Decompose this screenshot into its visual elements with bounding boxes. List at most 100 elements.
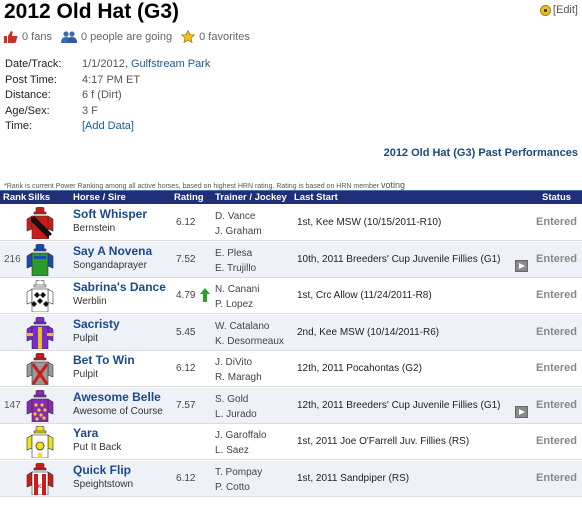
sire-name: Pulpit bbox=[73, 332, 99, 344]
silk-icon: KS bbox=[25, 462, 55, 495]
detail-value: 3 F bbox=[82, 104, 98, 117]
status-badge: Entered bbox=[536, 471, 577, 484]
header-trainer[interactable]: Trainer / Jockey bbox=[215, 192, 287, 203]
track-link[interactable]: Gulfstream Park bbox=[131, 57, 210, 73]
edit-link[interactable]: [Edit] bbox=[553, 4, 578, 16]
jockey-name[interactable]: L. Saez bbox=[215, 445, 249, 456]
rating-value: 6.12 bbox=[176, 363, 196, 374]
detail-value: 4:17 PM ET bbox=[82, 73, 141, 86]
fans-item[interactable]: 0 fans bbox=[4, 30, 52, 43]
header-status[interactable]: Status bbox=[542, 192, 571, 203]
svg-text:KS: KS bbox=[38, 484, 46, 490]
trainer-name[interactable]: D. Vance bbox=[215, 211, 255, 222]
jockey-name[interactable]: E. Trujillo bbox=[215, 263, 256, 274]
trainer-jockey: W. Catalano K. Desormeaux bbox=[215, 319, 284, 349]
detail-row-age-sex: Age/Sex: 3 F bbox=[5, 104, 210, 120]
status-badge: Entered bbox=[536, 362, 577, 374]
detail-row-date: Date/Track: 1/1/2012, Gulfstream Park bbox=[5, 57, 210, 73]
horse-link[interactable]: Awesome Belle bbox=[73, 390, 161, 404]
horse-link[interactable]: Sacristy bbox=[73, 317, 120, 331]
header-last-start[interactable]: Last Start bbox=[294, 192, 338, 203]
trainer-jockey: J. DiVito R. Maragh bbox=[215, 355, 262, 385]
row-rank: 147 bbox=[4, 399, 21, 411]
status-badge: Entered bbox=[536, 289, 577, 301]
horse-link[interactable]: Sabrina's Dance bbox=[73, 280, 166, 294]
silk-icon bbox=[25, 425, 55, 459]
social-bar: 0 fans 0 people are going 0 favorites bbox=[4, 30, 259, 43]
add-data-link[interactable]: [Add Data] bbox=[82, 119, 134, 135]
status-badge: Entered bbox=[536, 435, 577, 447]
table-row[interactable]: Sabrina's Dance Werblin 4.79 N. Canani P. Lo… bbox=[0, 278, 582, 314]
jockey-name[interactable]: P. Cotto bbox=[215, 482, 250, 493]
horse-link[interactable]: Yara bbox=[73, 426, 98, 440]
jockey-name[interactable]: L. Jurado bbox=[215, 409, 257, 420]
header-rank[interactable]: Rank bbox=[3, 192, 26, 203]
trainer-name[interactable]: N. Canani bbox=[215, 284, 259, 295]
video-icon[interactable] bbox=[515, 259, 528, 272]
jockey-name[interactable]: J. Graham bbox=[215, 226, 262, 237]
trainer-name[interactable]: J. DiVito bbox=[215, 357, 252, 368]
past-performances-title[interactable]: 2012 Old Hat (G3) Past Performances bbox=[384, 147, 578, 159]
rating-value: 4.79 bbox=[176, 290, 196, 301]
last-start[interactable]: 1st, 2011 Sandpiper (RS) bbox=[297, 473, 409, 484]
table-row[interactable]: Soft Whisper Bernstein 6.12 D. Vance J. Grah… bbox=[0, 205, 582, 241]
header-horse[interactable]: Horse / Sire bbox=[73, 192, 126, 203]
detail-label: Post Time: bbox=[5, 73, 57, 86]
horse-link[interactable]: Say A Novena bbox=[73, 244, 152, 258]
table-row[interactable]: Bet To Win Pulpit 6.12 J. DiVito R. Maragh 12… bbox=[0, 351, 582, 387]
rating-value: 7.52 bbox=[176, 253, 196, 265]
trainer-name[interactable]: E. Plesa bbox=[215, 248, 252, 259]
favorites-item[interactable]: 0 favorites bbox=[181, 30, 250, 43]
sire-name: Songandaprayer bbox=[73, 259, 147, 271]
sire-name: Werblin bbox=[73, 296, 107, 307]
trainer-name[interactable]: J. Garoffalo bbox=[215, 430, 267, 441]
trainer-jockey: E. Plesa E. Trujillo bbox=[215, 246, 256, 276]
detail-row-distance: Distance: 6 f (Dirt) bbox=[5, 88, 210, 104]
detail-label: Time: bbox=[5, 120, 33, 132]
rating-value: 7.57 bbox=[176, 399, 196, 411]
table-row[interactable]: Yara Put It Back J. Garoffalo L. Saez 1st, 2… bbox=[0, 424, 582, 460]
trainer-name[interactable]: W. Catalano bbox=[215, 321, 269, 332]
horse-link[interactable]: Bet To Win bbox=[73, 353, 135, 367]
trainer-jockey: D. Vance J. Graham bbox=[215, 209, 262, 239]
ranking-note: *Rank is current Power Ranking among all… bbox=[4, 180, 405, 190]
table-row[interactable]: 147 Awesome Belle Awesome of Course 7.57 S. … bbox=[0, 387, 582, 424]
rating-value: 6.12 bbox=[176, 217, 196, 228]
going-count: 0 people are going bbox=[80, 30, 173, 43]
trainer-jockey: S. Gold L. Jurado bbox=[215, 392, 257, 422]
header-rating[interactable]: Rating bbox=[174, 192, 204, 203]
ranking-note-text: *Rank is current Power Ranking among all… bbox=[4, 183, 380, 190]
edit-control[interactable]: [Edit] bbox=[539, 4, 578, 16]
last-start[interactable]: 12th, 2011 Pocahontas (G2) bbox=[297, 363, 422, 374]
last-start[interactable]: 2nd, Kee MSW (10/14/2011-R6) bbox=[297, 327, 439, 338]
last-start[interactable]: 1st, Kee MSW (10/15/2011-R10) bbox=[297, 217, 441, 228]
going-item[interactable]: 0 people are going bbox=[60, 30, 173, 43]
silk-icon bbox=[25, 243, 55, 276]
last-start[interactable]: 1st, Crc Allow (11/24/2011-R8) bbox=[297, 290, 432, 301]
jockey-name[interactable]: K. Desormeaux bbox=[215, 336, 284, 347]
table-row[interactable]: Sacristy Pulpit 5.45 W. Catalano K. Desormea… bbox=[0, 314, 582, 351]
status-badge: Entered bbox=[536, 325, 577, 338]
jockey-name[interactable]: P. Lopez bbox=[215, 299, 253, 310]
fans-count: 0 fans bbox=[22, 30, 52, 43]
last-start[interactable]: 1st, 2011 Joe O'Farrell Juv. Fillies (RS… bbox=[297, 436, 469, 447]
last-start[interactable]: 12th, 2011 Breeders' Cup Juvenile Fillie… bbox=[297, 400, 501, 411]
jockey-name[interactable]: R. Maragh bbox=[215, 372, 262, 383]
detail-label: Age/Sex: bbox=[5, 104, 50, 117]
trainer-jockey: J. Garoffalo L. Saez bbox=[215, 428, 267, 458]
table-row[interactable]: KS Quick Flip Speightstown 6.12 T. Pompay P. … bbox=[0, 460, 582, 497]
last-start[interactable]: 10th, 2011 Breeders' Cup Juvenile Fillie… bbox=[297, 254, 501, 265]
detail-value: 1/1/2012, bbox=[82, 58, 128, 70]
video-icon[interactable] bbox=[515, 405, 528, 418]
detail-label: Distance: bbox=[5, 89, 51, 101]
status-badge: Entered bbox=[536, 252, 577, 265]
horse-link[interactable]: Soft Whisper bbox=[73, 207, 147, 221]
trainer-name[interactable]: S. Gold bbox=[215, 394, 248, 405]
table-row[interactable]: 216 Say A Novena Songandaprayer 7.52 E. Ples… bbox=[0, 241, 582, 278]
status-badge: Entered bbox=[536, 216, 577, 228]
sire-name: Bernstein bbox=[73, 223, 116, 234]
rating-value: 6.12 bbox=[176, 472, 196, 484]
horse-link[interactable]: Quick Flip bbox=[73, 463, 131, 477]
detail-row-time: Time: [Add Data] bbox=[5, 119, 210, 135]
trainer-name[interactable]: T. Pompay bbox=[215, 467, 262, 478]
